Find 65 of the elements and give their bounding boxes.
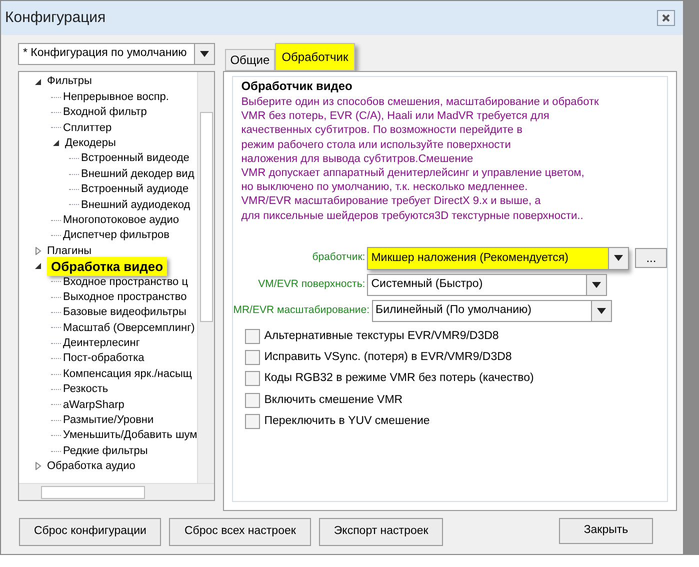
- description-text: Выберите один из способов смешения, масштабирование и обработк VMR без потерь, EVR (C/A), Haali или MadVR требуется для качественных субтитров. По возможности перейдите в режим рабочего стола или используйте поверхности наложения для вывода субтитров.Смешение VMR допускает аппаратный денитерлейсинг и управление цветом, но выключено по умолчанию, т.к. несколько медленнее. VMR/EVR масштабирование требует DirectX 9.x и выше, а для пиксельные шейдеров требуются3D текстурные поверхности..: [241, 95, 600, 223]
- tree-item[interactable]: Встроенный аудиоде: [81, 181, 189, 198]
- tree-item[interactable]: aWarpSharp: [63, 396, 124, 414]
- caret-icon: [592, 282, 602, 288]
- group-title: Обработчик видео: [241, 78, 354, 95]
- tree-item[interactable]: Базовые видеофильтры: [63, 304, 186, 321]
- tree-item[interactable]: Выходное пространство: [63, 288, 187, 306]
- expanded-triangle-icon[interactable]: [51, 138, 61, 148]
- checkbox[interactable]: [245, 350, 260, 366]
- tab[interactable]: Общие: [225, 49, 275, 71]
- vertical-scrollbar[interactable]: [197, 72, 214, 483]
- action-button[interactable]: Сброс всех настроек: [169, 518, 311, 546]
- tab[interactable]: Обработчик: [274, 43, 356, 71]
- checkbox-label: Коды RGB32 в режиме VMR без потерь (качество): [264, 371, 534, 386]
- caret-icon: [200, 51, 210, 57]
- tree-item[interactable]: Компенсация ярк./насыщ: [63, 366, 192, 382]
- tree-item[interactable]: Уменьшить/Добавить шум: [63, 427, 198, 444]
- tree-item[interactable]: Непрерывное воспр.: [63, 88, 169, 106]
- field-label: VM/EVR поверхность:: [257, 276, 366, 292]
- tree-item[interactable]: Размытие/Уровни: [63, 412, 154, 429]
- action-button[interactable]: Экспорт настроек: [318, 518, 444, 546]
- tree-item[interactable]: Сплиттер: [63, 120, 112, 136]
- checkbox[interactable]: [245, 392, 260, 408]
- field-label: бработчик:: [311, 250, 366, 266]
- tree-item[interactable]: Входной фильтр: [63, 104, 147, 121]
- checkbox[interactable]: [245, 371, 260, 386]
- checkbox-label: Исправить VSync. (потеря) в EVR/VMR9/D3D8: [264, 350, 512, 366]
- close-button[interactable]: Закрыть: [559, 518, 653, 544]
- checkbox[interactable]: [245, 414, 260, 429]
- close-icon[interactable]: [657, 10, 675, 26]
- config-select[interactable]: * Конфигурация по умолчанию: [18, 43, 216, 65]
- action-button[interactable]: Сброс конфигурации: [19, 518, 162, 546]
- tree-item[interactable]: Масштаб (Оверсемплинг): [63, 320, 195, 336]
- collapsed-triangle-icon[interactable]: [33, 246, 43, 256]
- tree-item[interactable]: Редкие фильтры: [63, 442, 148, 460]
- checkbox-label: Включить смешение VMR: [264, 392, 403, 408]
- browse-button[interactable]: ...: [635, 248, 668, 268]
- collapsed-triangle-icon[interactable]: [33, 461, 43, 472]
- caret-icon: [596, 308, 606, 314]
- expanded-triangle-icon[interactable]: [33, 261, 43, 272]
- tree-item[interactable]: Входное пространство ц: [63, 274, 188, 290]
- tree-item[interactable]: Внешний аудиодекод: [81, 196, 190, 214]
- checkbox-label: Переключить в YUV смешение: [264, 414, 430, 429]
- horizontal-scrollbar[interactable]: [19, 483, 214, 500]
- expanded-triangle-icon[interactable]: [33, 76, 43, 87]
- tree-item[interactable]: Обработка видео: [47, 256, 168, 276]
- tree-item[interactable]: Пост-обработка: [63, 350, 144, 367]
- tree-item[interactable]: Встроенный видеоде: [81, 150, 190, 167]
- tree-item[interactable]: Диспетчер фильтров: [63, 227, 170, 244]
- dropdown[interactable]: Микшер наложения (Рекомендуется): [367, 246, 630, 270]
- tree-item[interactable]: Фильтры: [47, 73, 92, 90]
- field-label: MR/EVR масштабирование:: [233, 302, 371, 318]
- caret-icon: [614, 255, 624, 262]
- dropdown[interactable]: Системный (Быстро): [367, 274, 608, 296]
- dropdown[interactable]: Билинейный (По умолчанию): [372, 300, 612, 322]
- window-title: Конфигурация: [5, 8, 106, 28]
- checkbox[interactable]: [245, 328, 260, 344]
- tree-item[interactable]: Внешний декодер вид: [81, 166, 194, 182]
- checkbox-label: Альтернативные текстуры EVR/VMR9/D3D8: [264, 328, 499, 344]
- tree-item[interactable]: Резкость: [63, 381, 108, 398]
- tree-item[interactable]: Многопотоковое аудио: [63, 212, 179, 228]
- tree-item[interactable]: Обработка аудио: [47, 458, 136, 475]
- tree-item[interactable]: Декодеры: [65, 135, 116, 152]
- tree-item[interactable]: Плагины: [47, 242, 92, 260]
- tree-item[interactable]: Деинтерлесинг: [63, 335, 140, 352]
